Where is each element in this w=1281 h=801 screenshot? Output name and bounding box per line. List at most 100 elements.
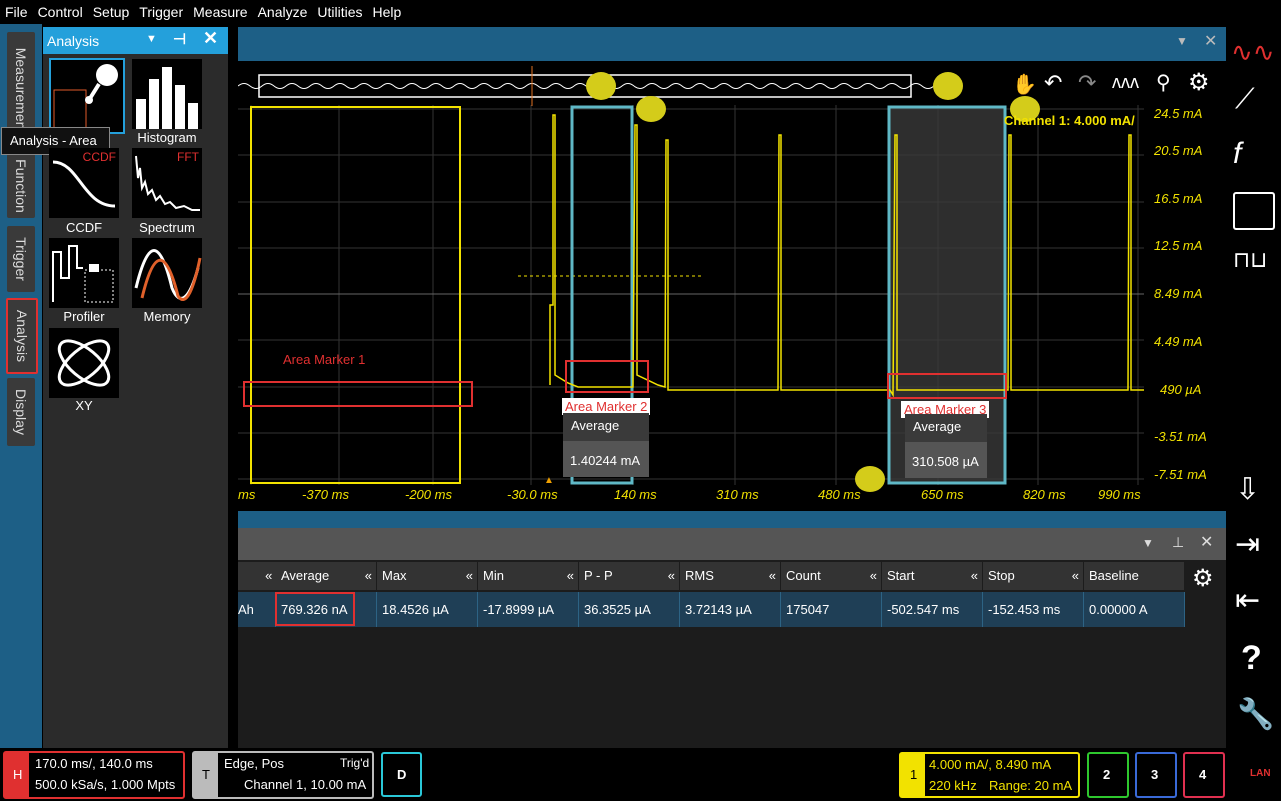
splitter[interactable] [238,511,1226,528]
x-tick-label: -30.0 ms [507,487,558,502]
x-tick-label: -370 ms [302,487,349,502]
y-tick-label: -3.51 mA [1154,429,1207,444]
scope-grid [238,105,1144,485]
menu-measure[interactable]: Measure [188,4,252,20]
channel-1-settings[interactable]: 1 4.000 mA/, 8.490 mA 220 kHz Range: 20 … [899,752,1080,798]
x-tick-label: 650 ms [921,487,964,502]
spectrum-tile[interactable]: FFT [132,148,202,218]
x-tick-label: 310 ms [716,487,759,502]
close-icon[interactable]: ✕ [1200,532,1213,552]
trigger-settings[interactable]: T Edge, Pos Trig'd Channel 1, 10.00 mA [192,751,374,799]
column-header-min[interactable]: Min « [478,562,578,590]
gear-icon[interactable]: ⚙ [1188,68,1210,97]
column-header-max[interactable]: Max « [377,562,477,590]
hand-pan-icon[interactable]: ✋ [1012,72,1037,97]
trigger-position-icon[interactable]: ▲ [544,475,554,486]
column-header-baseline[interactable]: Baseline [1084,562,1184,590]
import-icon[interactable]: ⇥ [1235,527,1260,562]
lan-indicator: LAN [1250,768,1271,779]
wrench-icon[interactable]: 🔧 [1237,697,1274,732]
x-tick-label: -200 ms [405,487,452,502]
ccdf-label: CCDF [65,220,103,235]
column-header-start[interactable]: Start « [882,562,982,590]
ch3-label: 3 [1151,767,1159,782]
h-line1: 170.0 ms/, 140.0 ms [35,756,153,771]
x-tick-label: 820 ms [1023,487,1066,502]
column-header-rms[interactable]: RMS « [680,562,780,590]
menu-control[interactable]: Control [33,4,88,20]
tab-function[interactable]: Function [7,154,35,218]
y-tick-label: 4.49 mA [1154,334,1203,349]
marker-handle-icon[interactable] [636,96,666,122]
menu-utilities[interactable]: Utilities [312,4,367,20]
close-icon[interactable]: ✕ [1204,31,1217,51]
y-tick-label: 16.5 mA [1154,191,1203,206]
probe-tool-icon[interactable]: ⟋ [1235,83,1255,116]
waveform-overview[interactable] [238,66,1008,106]
area-tile[interactable] [49,58,125,134]
export-icon[interactable]: ⇤ [1235,583,1260,618]
histogram-tile[interactable] [132,59,202,129]
xy-label: XY [75,398,93,413]
download-icon[interactable]: ⇩ [1235,472,1260,507]
tab-analysis[interactable]: Analysis [6,298,38,374]
memory-tile[interactable] [132,238,202,308]
layout-icon[interactable] [1233,192,1275,230]
d-label: D [397,767,407,782]
chevron-down-icon[interactable]: ▼ [1142,536,1154,550]
y-tick-label: -7.51 mA [1154,467,1207,482]
waveform-mode-icon[interactable]: ʌʌʌ [1112,72,1139,93]
redo-icon[interactable]: ↷ [1078,70,1096,96]
column-header-stop[interactable]: Stop « [983,562,1083,590]
tab-display[interactable]: Display [7,378,35,446]
channel-4-button[interactable]: 4 [1183,752,1225,798]
pin-icon[interactable]: ⊥ [1172,534,1184,551]
channel-2-button[interactable]: 2 [1087,752,1129,798]
help-icon[interactable]: ? [1241,639,1262,678]
tab-trigger[interactable]: Trigger [7,226,35,292]
close-icon[interactable]: ✕ [203,28,218,49]
profiler-tile[interactable] [49,238,119,308]
chevron-down-icon[interactable]: ▼ [1176,34,1188,48]
column-header-pp[interactable]: P - P « [579,562,679,590]
average-value: 1.40244 mA [570,453,641,468]
menu-trigger[interactable]: Trigger [134,4,188,20]
column-header-count[interactable]: Count « [781,562,881,590]
undo-icon[interactable]: ↶ [1044,70,1062,96]
marker-2-average-box: Average 1.40244 mA [563,413,649,477]
ccdf-tile[interactable]: CCDF [49,148,119,218]
ch2-label: 2 [1103,767,1111,782]
digital-button[interactable]: D [381,752,422,797]
menu-analyze[interactable]: Analyze [253,4,313,20]
function-icon[interactable]: f [1233,137,1241,171]
marker-handle-icon[interactable] [933,72,963,100]
xy-lissajous-icon [57,339,111,387]
table-cell: -17.8999 µA [478,592,579,627]
profiler-tool-icon[interactable]: ⊓⊔ [1233,247,1267,273]
x-tick-label: 480 ms [818,487,861,502]
area-marker-1-label: Area Marker 1 [283,352,366,367]
tab-trigger-label: Trigger [13,237,29,281]
menu-help[interactable]: Help [368,4,407,20]
ch1-label: 1 [910,767,918,782]
average-title: Average [571,418,620,433]
menu-file[interactable]: File [0,4,33,20]
xy-tile[interactable] [49,328,119,398]
horizontal-settings[interactable]: H 170.0 ms/, 140.0 ms 500.0 kSa/s, 1.000… [3,751,185,799]
gear-icon[interactable]: ⚙ [1192,564,1214,593]
menu-setup[interactable]: Setup [88,4,135,20]
area-magnifier-icon [53,64,118,131]
ccdf-tag: CCDF [82,150,116,164]
column-header-average[interactable]: Average « [276,562,376,590]
table-cell: -502.547 ms [882,592,983,627]
probe-icon[interactable]: ⚲ [1156,70,1171,95]
measurement-table-panel [238,528,1226,748]
channel-3-button[interactable]: 3 [1135,752,1177,798]
pin-icon[interactable]: ⊣ [173,30,186,48]
collapse-icon[interactable]: « [238,562,276,590]
chevron-down-icon[interactable]: ▼ [146,33,157,45]
menu-bar: File Control Setup Trigger Measure Analy… [0,0,1281,24]
marker-handle-icon[interactable] [586,72,616,100]
average-highlight [275,592,355,626]
table-cell: 175047 [781,592,882,627]
